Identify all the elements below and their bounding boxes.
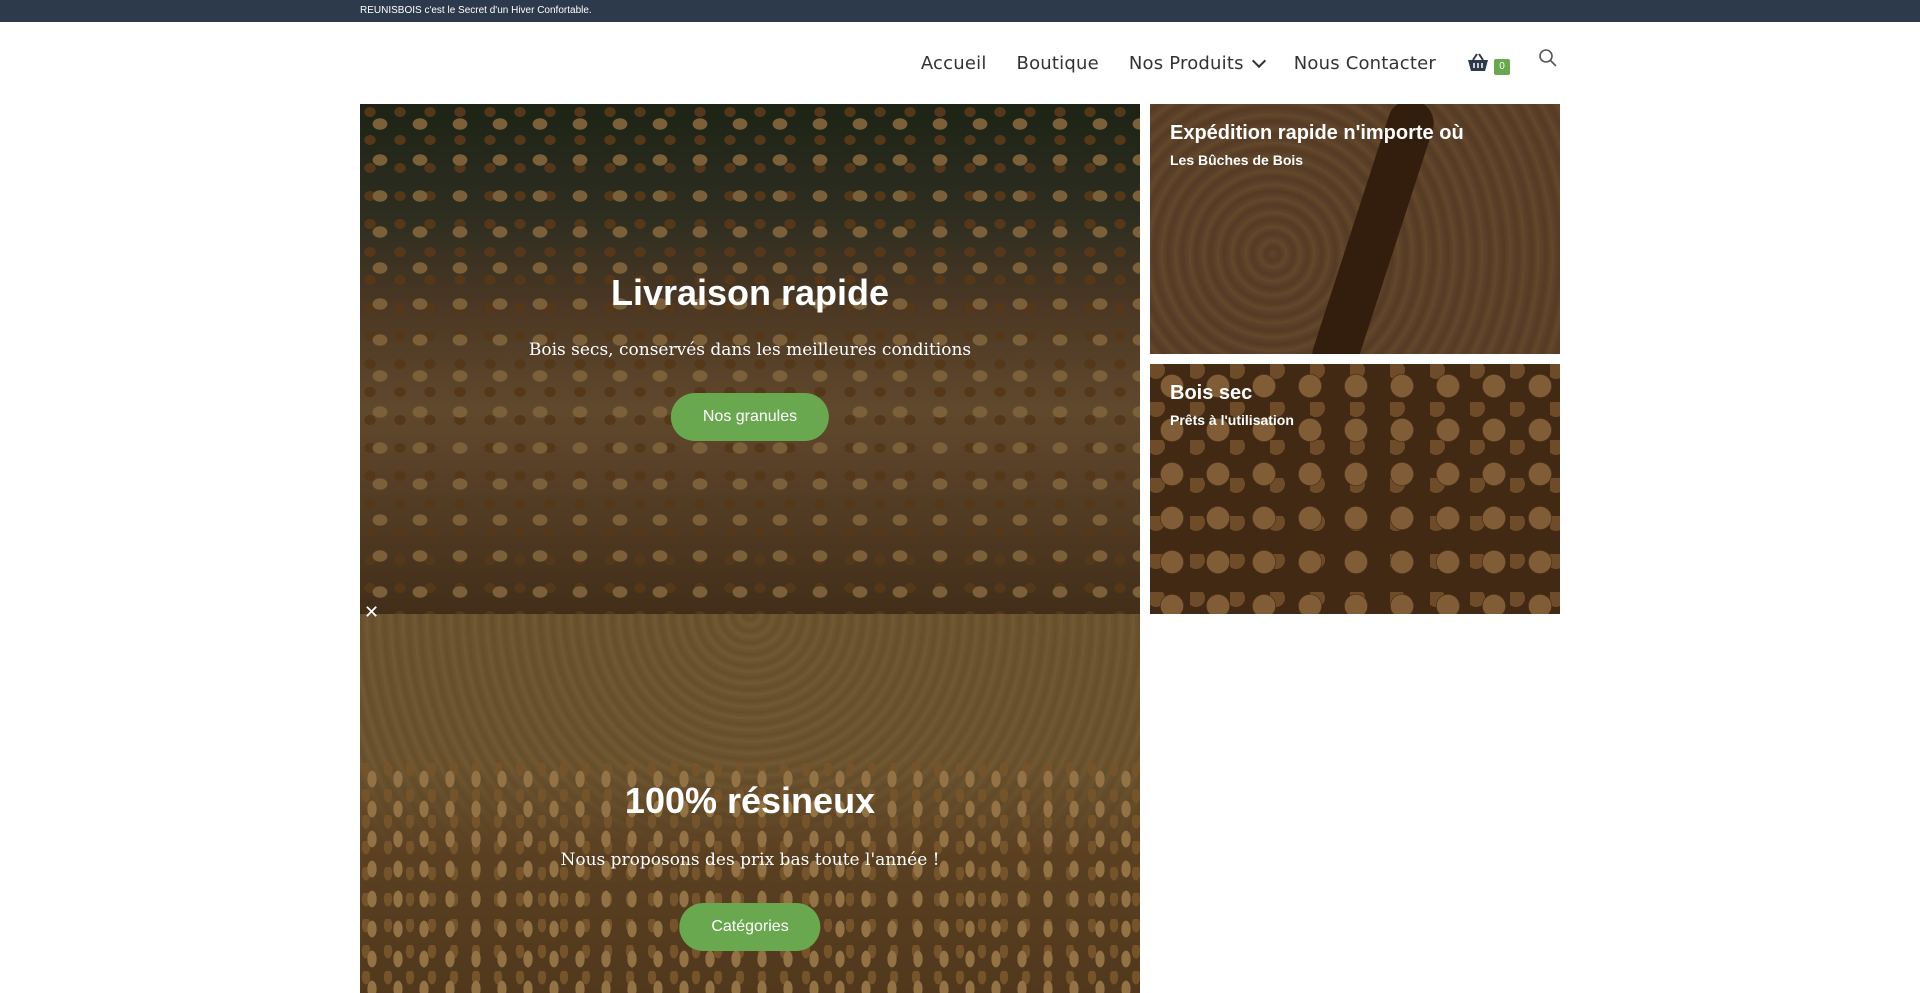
hero-title: Livraison rapide [610, 272, 890, 313]
cart-count-badge: 0 [1494, 59, 1510, 75]
search-icon [1539, 49, 1557, 67]
hero-panel-livraison: Livraison rapide Bois secs, conservés da… [360, 104, 1140, 614]
side-panel-title: Bois sec [1170, 382, 1253, 404]
chevron-down-icon [1251, 53, 1266, 68]
side-panel-subtitle: Les Bûches de Bois [1170, 152, 1304, 168]
categories-button[interactable]: Catégories [679, 903, 821, 951]
nav-item-nous-contacter[interactable]: Nous Contacter [1294, 53, 1436, 74]
nos-granules-button[interactable]: Nos granules [670, 393, 830, 441]
search-button[interactable] [1538, 48, 1560, 70]
nav-item-nos-produits[interactable]: Nos Produits [1128, 52, 1266, 74]
top-bar: REUNISBOIS c'est le Secret d'un Hiver Co… [0, 0, 1920, 22]
hero-secondary-subtitle: Nous proposons des prix bas toute l'anné… [560, 850, 940, 870]
hero-subtitle: Bois secs, conservés dans les meilleures… [528, 340, 972, 360]
basket-icon [1468, 53, 1488, 71]
hero-secondary-title: 100% résineux [624, 780, 876, 821]
nav-item-nos-produits-label: Nos Produits [1128, 52, 1244, 74]
main-nav: Accueil Boutique Nos Produits Nous Conta… [891, 22, 1560, 104]
top-bar-text: REUNISBOIS c'est le Secret d'un Hiver Co… [360, 5, 592, 16]
nav-item-boutique[interactable]: Boutique [1017, 53, 1099, 74]
side-panel-title: Expédition rapide n'importe où [1170, 122, 1464, 144]
side-panel-bois-sec[interactable]: Bois sec Prêts à l'utilisation [1150, 364, 1560, 614]
close-icon[interactable]: ✕ [364, 602, 380, 622]
cart-button[interactable]: 0 [1466, 48, 1512, 78]
side-panel-subtitle: Prêts à l'utilisation [1170, 412, 1294, 428]
hero-panel-resineux: 100% résineux Nous proposons des prix ba… [360, 614, 1140, 993]
side-panel-expedition[interactable]: Expédition rapide n'importe où Les Bûche… [1150, 104, 1560, 354]
header: Accueil Boutique Nos Produits Nous Conta… [0, 22, 1920, 104]
nav-item-accueil[interactable]: Accueil [921, 53, 987, 74]
